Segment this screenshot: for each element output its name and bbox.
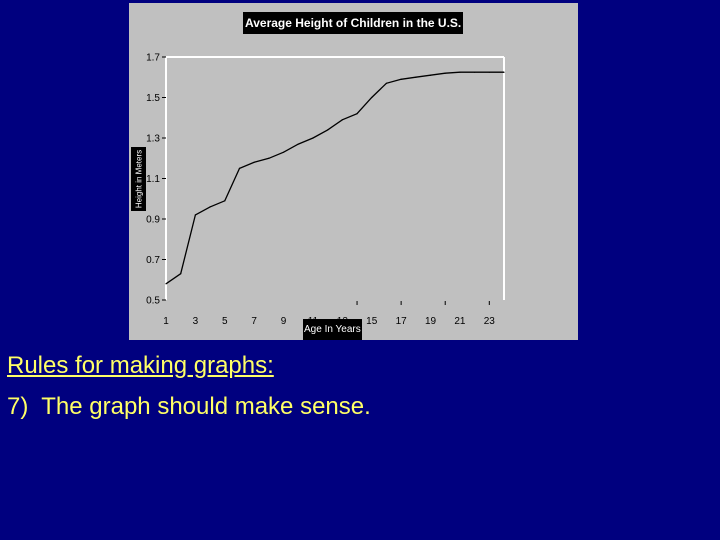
x-tick-label: 3 xyxy=(193,316,199,327)
chart-title: Average Height of Children in the U.S. xyxy=(243,12,464,34)
data-point xyxy=(165,283,167,285)
x-tick-label: 5 xyxy=(222,316,228,327)
data-point xyxy=(444,72,446,74)
data-point xyxy=(297,143,299,145)
y-tick-label: 1.5 xyxy=(146,93,160,104)
data-point xyxy=(268,157,270,159)
y-tick-label: 0.7 xyxy=(146,255,160,266)
data-point xyxy=(385,82,388,84)
data-point xyxy=(194,214,196,216)
data-point xyxy=(327,129,329,131)
rule-item: 7) The graph should make sense. xyxy=(7,393,371,420)
x-tick-label: 23 xyxy=(484,316,496,327)
data-point xyxy=(371,96,373,99)
x-tick-label: 1 xyxy=(163,316,169,327)
y-tick-label: 0.5 xyxy=(146,296,160,307)
y-axis-label-box: Height in Meters xyxy=(131,147,146,211)
data-point xyxy=(238,167,241,169)
y-tick-label: 1.7 xyxy=(146,53,160,64)
x-tick-label: 7 xyxy=(251,316,257,327)
data-point xyxy=(209,206,211,208)
y-tick-label: 1.1 xyxy=(146,174,160,185)
data-point xyxy=(282,151,285,153)
data-point xyxy=(459,71,461,73)
chart-plot: 0.50.70.91.11.31.51.7 135791113151719212… xyxy=(146,53,505,327)
x-tick-label: 17 xyxy=(396,316,408,327)
data-point xyxy=(400,78,402,80)
data-point xyxy=(224,200,226,202)
data-point xyxy=(503,71,505,73)
data-point xyxy=(253,161,255,163)
rules-heading: Rules for making graphs: xyxy=(7,352,274,379)
chart-panel: 0.50.70.91.11.31.51.7 135791113151719212… xyxy=(129,3,578,340)
x-axis-label: Age In Years xyxy=(303,319,362,340)
x-tick-label: 15 xyxy=(366,316,378,327)
y-tick-label: 1.3 xyxy=(146,134,160,145)
y-axis-label: Height in Meters xyxy=(134,149,143,209)
data-point xyxy=(312,137,314,139)
data-point xyxy=(356,113,358,115)
y-tick-label: 0.9 xyxy=(146,215,160,226)
x-tick-label: 9 xyxy=(281,316,287,327)
x-tick-label: 21 xyxy=(454,316,466,327)
data-point xyxy=(429,74,432,76)
data-point xyxy=(474,71,476,73)
data-point xyxy=(415,76,417,78)
data-point xyxy=(341,119,343,121)
x-tick-label: 19 xyxy=(425,316,437,327)
series-line-average-height xyxy=(165,71,504,285)
data-point xyxy=(488,71,490,73)
data-point xyxy=(180,273,182,275)
